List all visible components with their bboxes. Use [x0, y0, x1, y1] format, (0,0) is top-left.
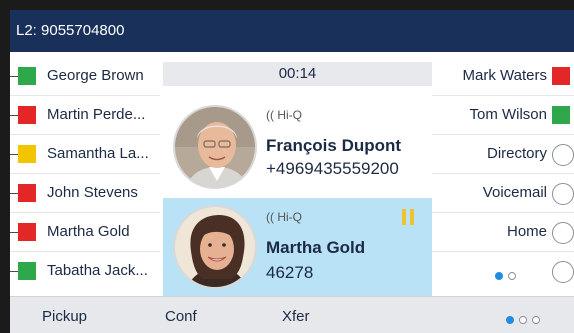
presence-away-icon: [18, 145, 36, 163]
caller-number: 46278: [266, 263, 314, 282]
call-timer: 00:14: [163, 62, 432, 86]
codec-label: Hi-Q: [277, 108, 303, 122]
held-call-card[interactable]: (( Hi-Q Martha Gold 46278: [163, 198, 432, 296]
left-keys: George Brown Martin Perde... Samantha La…: [10, 57, 160, 291]
key-indicator-icon: [552, 183, 574, 205]
key-page-indicator[interactable]: [495, 267, 521, 285]
right-keys: Mark Waters Tom Wilson Directory Voicema…: [432, 57, 574, 291]
avatar: [173, 105, 257, 189]
left-key-martin-perde[interactable]: Martin Perde...: [10, 96, 160, 135]
right-key-tom-wilson[interactable]: Tom Wilson: [432, 96, 574, 135]
line-label: L2: 9055704800: [16, 22, 125, 39]
presence-busy-icon: [18, 106, 36, 124]
presence-busy-icon: [18, 184, 36, 202]
key-tick: [10, 232, 18, 233]
left-key-tabatha-jack[interactable]: Tabatha Jack...: [10, 252, 160, 291]
left-key-label: Martha Gold: [47, 223, 130, 240]
presence-available-icon: [18, 262, 36, 280]
right-key-directory[interactable]: Directory: [432, 135, 574, 174]
call-area: 00:14 (( Hi-Q François Dupont +496943555…: [163, 62, 432, 296]
right-key-page-row[interactable]: [432, 252, 574, 291]
right-key-label: Home: [506, 223, 547, 240]
hiq-audio-badge: (( Hi-Q: [266, 108, 302, 122]
caller-name: Martha Gold: [266, 238, 366, 257]
right-key-label: Tom Wilson: [469, 106, 547, 123]
left-key-label: Tabatha Jack...: [47, 262, 148, 279]
right-key-label: Directory: [486, 145, 547, 162]
line-header: L2: 9055704800: [10, 10, 574, 52]
conf-softkey[interactable]: Conf: [165, 308, 197, 325]
right-key-label: Mark Waters: [462, 67, 547, 84]
key-indicator-icon: [552, 144, 574, 166]
left-key-martha-gold[interactable]: Martha Gold: [10, 213, 160, 252]
page-dot-active: [506, 315, 514, 324]
caller-name: François Dupont: [266, 136, 402, 155]
left-key-label: Martin Perde...: [47, 106, 146, 123]
left-key-label: John Stevens: [47, 184, 138, 201]
right-key-mark-waters[interactable]: Mark Waters: [432, 57, 574, 96]
page-dot: [519, 315, 527, 324]
page-dot-active: [495, 271, 503, 280]
right-key-label: Voicemail: [482, 184, 547, 201]
avatar: [173, 205, 257, 289]
xfer-softkey[interactable]: Xfer: [282, 308, 310, 325]
left-key-george-brown[interactable]: George Brown: [10, 57, 160, 96]
left-key-label: George Brown: [47, 67, 144, 84]
hold-icon: [402, 209, 414, 225]
key-tick: [10, 76, 18, 77]
caller-number: +4969435559200: [266, 159, 399, 178]
codec-label: Hi-Q: [277, 210, 303, 224]
key-tick: [10, 193, 18, 194]
presence-available-icon: [18, 67, 36, 85]
key-tick: [10, 115, 18, 116]
right-key-home[interactable]: Home: [432, 213, 574, 252]
right-key-voicemail[interactable]: Voicemail: [432, 174, 574, 213]
key-indicator-icon: [552, 261, 574, 283]
page-dot: [532, 315, 540, 324]
key-tick: [10, 271, 18, 272]
active-call-card[interactable]: (( Hi-Q François Dupont +4969435559200: [163, 102, 432, 194]
softkey-bar: Pickup Conf Xfer: [10, 296, 574, 333]
sound-wave-icon: ((: [266, 210, 274, 224]
left-key-john-stevens[interactable]: John Stevens: [10, 174, 160, 213]
sound-wave-icon: ((: [266, 108, 274, 122]
phone-screen: L2: 9055704800 George Brown Martin Perde…: [10, 10, 574, 333]
left-key-label: Samantha La...: [47, 145, 149, 162]
key-indicator-icon: [552, 222, 574, 244]
softkey-page-indicator[interactable]: [506, 311, 545, 329]
left-key-samantha-la[interactable]: Samantha La...: [10, 135, 160, 174]
presence-busy-icon: [18, 223, 36, 241]
presence-available-icon: [552, 106, 570, 124]
page-dot: [508, 271, 516, 280]
presence-busy-icon: [552, 67, 570, 85]
pickup-softkey[interactable]: Pickup: [42, 308, 87, 325]
hiq-audio-badge: (( Hi-Q: [266, 210, 302, 224]
key-tick: [10, 154, 18, 155]
